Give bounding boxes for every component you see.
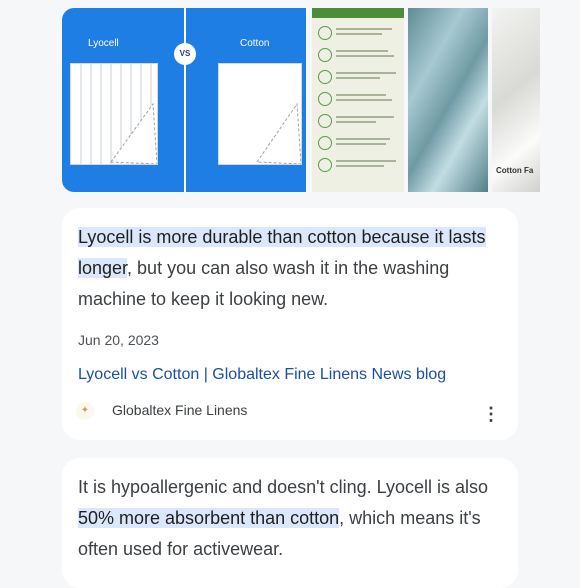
sun-icon <box>318 158 332 172</box>
infographic-text-line <box>336 138 390 140</box>
infographic-row <box>318 156 400 172</box>
result-snippet: Lyocell is more durable than cotton beca… <box>78 222 508 315</box>
infographic-text-line <box>336 77 380 79</box>
shield-icon <box>318 92 332 106</box>
image-strip: Lyocell VS Cotton Cotton Fa <box>62 8 540 192</box>
cotton-fabric-drawing <box>256 102 302 165</box>
feather-icon <box>318 114 332 128</box>
source-name: Globaltex Fine Linens <box>112 402 248 418</box>
hand-icon <box>318 136 332 150</box>
infographic-text-line <box>336 55 394 57</box>
infographic-text-line <box>336 116 394 118</box>
infographic-text-line <box>336 99 392 101</box>
infographic-text-line <box>336 28 392 30</box>
snippet-text: , but you can also wash it in the washin… <box>78 258 450 309</box>
infographic-text-line <box>336 50 388 52</box>
infographic-text-line <box>336 72 396 74</box>
more-vert-icon[interactable]: ⋮ <box>482 404 500 424</box>
drop-icon <box>318 48 332 62</box>
leaf-icon <box>318 26 332 40</box>
lyocell-vs-cotton-image[interactable]: Lyocell VS Cotton <box>62 8 306 192</box>
result-card: Lyocell is more durable than cotton beca… <box>62 208 518 440</box>
cotton-fabric-swatch <box>218 63 302 165</box>
result-card: It is hypoallergenic and doesn't cling. … <box>62 458 518 588</box>
infographic-text-line <box>336 121 376 123</box>
teal-fabric-image[interactable] <box>408 8 488 192</box>
cotton-image-label: Cotton <box>240 38 270 49</box>
recycle-icon <box>318 70 332 84</box>
image-caption: Cotton Fa <box>496 166 534 175</box>
site-favicon-icon: ✦ <box>76 402 94 420</box>
lyocell-fabric-swatch <box>70 63 158 165</box>
infographic-row <box>318 46 400 62</box>
result-date: Jun 20, 2023 <box>78 332 159 348</box>
snippet-text: It is hypoallergenic and doesn't cling. … <box>78 477 489 497</box>
infographic-row <box>318 68 400 84</box>
infographic-text-line <box>336 165 384 167</box>
lyocell-fabric-drawing <box>80 64 158 165</box>
snippet-highlight: 50% more absorbent than cotton <box>78 508 340 528</box>
image-divider <box>184 8 186 192</box>
infographic-text-line <box>336 143 386 145</box>
vs-badge: VS <box>174 43 196 65</box>
result-title-link[interactable]: Lyocell vs Cotton | Globaltex Fine Linen… <box>78 366 446 384</box>
infographic-text-line <box>336 33 382 35</box>
fabric-infographic-image[interactable] <box>312 8 404 192</box>
infographic-text-line <box>336 94 386 96</box>
infographic-row <box>318 24 400 40</box>
infographic-row <box>318 112 400 128</box>
lyocell-image-label: Lyocell <box>88 38 119 49</box>
white-fabric-image[interactable]: Cotton Fa <box>492 8 540 192</box>
infographic-header-bar <box>312 8 404 18</box>
infographic-row <box>318 90 400 106</box>
result-snippet: It is hypoallergenic and doesn't cling. … <box>78 472 508 565</box>
infographic-text-line <box>336 160 396 162</box>
infographic-row <box>318 134 400 150</box>
